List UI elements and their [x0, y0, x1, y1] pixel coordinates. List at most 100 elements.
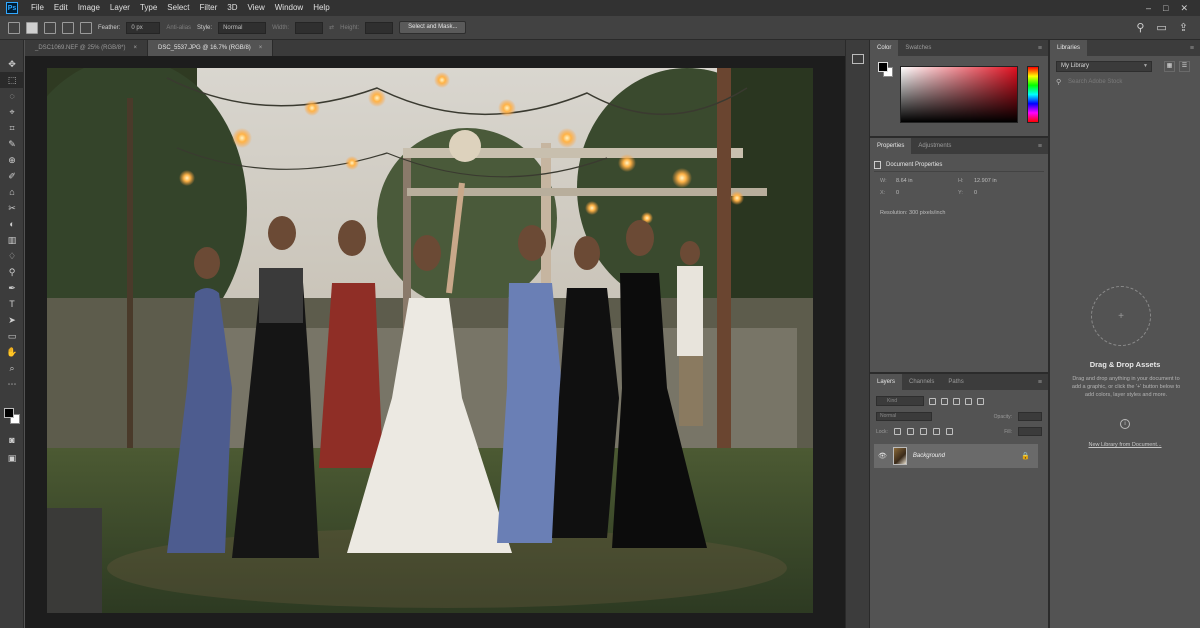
fill-input[interactable]: [1018, 427, 1042, 436]
history-brush-tool-icon[interactable]: ✂: [0, 200, 24, 216]
panel-menu-icon[interactable]: ≡: [1190, 45, 1194, 52]
eye-icon[interactable]: 👁: [878, 452, 887, 460]
anti-alias-checkbox[interactable]: Anti-alias: [166, 25, 191, 31]
close-tab-icon[interactable]: ×: [133, 45, 137, 51]
minimize-icon[interactable]: –: [1146, 3, 1151, 14]
blend-mode-select[interactable]: Normal: [876, 412, 932, 421]
menu-window[interactable]: Window: [270, 0, 308, 16]
maximize-icon[interactable]: □: [1163, 3, 1168, 14]
layer-row-background[interactable]: 👁 Background 🔒: [874, 444, 1038, 468]
quick-mask-icon[interactable]: ◙: [0, 432, 24, 448]
gradient-tool-icon[interactable]: ▥: [0, 232, 24, 248]
kind-filter-select[interactable]: Kind: [876, 396, 924, 406]
dodge-tool-icon[interactable]: ⚲: [0, 264, 24, 280]
type-tool-icon[interactable]: T: [0, 296, 24, 312]
menu-select[interactable]: Select: [162, 0, 194, 16]
library-search-input[interactable]: ⚲ Search Adobe Stock: [1056, 77, 1186, 88]
fg-bg-swatches[interactable]: [878, 62, 893, 77]
shape-filter-icon[interactable]: [965, 397, 972, 405]
pixel-filter-icon[interactable]: [929, 397, 936, 405]
menu-image[interactable]: Image: [73, 0, 105, 16]
w-value[interactable]: 8.64 in: [896, 178, 913, 184]
zoom-tool-icon[interactable]: ⌕: [0, 360, 24, 376]
style-select[interactable]: Normal: [218, 21, 267, 34]
rectangle-tool-icon[interactable]: ▭: [0, 328, 24, 344]
menu-layer[interactable]: Layer: [105, 0, 135, 16]
add-selection-icon[interactable]: [44, 21, 56, 34]
subtract-selection-icon[interactable]: [62, 21, 74, 34]
menu-edit[interactable]: Edit: [49, 0, 73, 16]
share-icon[interactable]: ⇪: [1179, 21, 1188, 34]
menu-help[interactable]: Help: [308, 0, 334, 16]
photoshop-logo-icon[interactable]: Ps: [6, 2, 18, 14]
close-window-icon[interactable]: ✕: [1180, 3, 1188, 14]
tab-libraries[interactable]: Libraries: [1050, 40, 1088, 56]
tab-layers[interactable]: Layers: [870, 374, 903, 390]
close-tab-icon[interactable]: ×: [259, 45, 263, 51]
document-image[interactable]: [47, 68, 813, 613]
y-value[interactable]: 0: [974, 190, 977, 196]
feather-input[interactable]: 0 px: [126, 21, 161, 34]
healing-brush-tool-icon[interactable]: ⊕: [0, 152, 24, 168]
smart-object-filter-icon[interactable]: [977, 397, 984, 405]
workspace-icon[interactable]: ▭: [1156, 21, 1166, 34]
hand-tool-icon[interactable]: ✋: [0, 344, 24, 360]
lock-pixels-icon[interactable]: [893, 428, 901, 435]
foreground-color-swatch[interactable]: [4, 408, 14, 418]
adjustment-filter-icon[interactable]: [941, 397, 948, 405]
tab-swatches[interactable]: Swatches: [898, 40, 938, 56]
library-select[interactable]: My Library ▼: [1056, 61, 1152, 72]
path-selection-tool-icon[interactable]: ➤: [0, 312, 24, 328]
new-library-from-document-link[interactable]: New Library from Document...: [1050, 442, 1200, 448]
color-picker-field[interactable]: [900, 66, 1018, 123]
tab-properties[interactable]: Properties: [870, 138, 912, 154]
quick-selection-tool-icon[interactable]: ⌖: [0, 104, 24, 120]
brush-tool-icon[interactable]: ✐: [0, 168, 24, 184]
add-asset-icon[interactable]: +: [1091, 286, 1151, 346]
history-panel-icon[interactable]: [851, 54, 864, 64]
tab-channels[interactable]: Channels: [902, 374, 941, 390]
tab-dsc5537[interactable]: DSC_5537.JPG @ 16.7% (RGB/8) ×: [147, 40, 274, 56]
menu-type[interactable]: Type: [135, 0, 162, 16]
eraser-tool-icon[interactable]: ◐: [0, 216, 24, 232]
panel-menu-icon[interactable]: ≡: [1038, 379, 1042, 386]
crop-tool-icon[interactable]: ⌗: [0, 120, 24, 136]
search-icon[interactable]: ⚲: [1136, 21, 1144, 34]
panel-menu-icon[interactable]: ≡: [1038, 143, 1042, 150]
lock-position-icon[interactable]: [919, 428, 927, 435]
tab-paths[interactable]: Paths: [941, 374, 970, 390]
lasso-tool-icon[interactable]: ◌: [0, 88, 24, 104]
new-selection-icon[interactable]: [26, 21, 38, 34]
menu-3d[interactable]: 3D: [222, 0, 242, 16]
marquee-preset-icon[interactable]: [8, 21, 20, 34]
height-input[interactable]: [365, 21, 394, 34]
tools-collapse-handle[interactable]: [0, 40, 23, 56]
info-icon[interactable]: i: [1120, 419, 1130, 429]
eyedropper-tool-icon[interactable]: ✎: [0, 136, 24, 152]
pen-tool-icon[interactable]: ✒: [0, 280, 24, 296]
hue-slider[interactable]: [1027, 66, 1039, 123]
tab-adjustments[interactable]: Adjustments: [911, 138, 958, 154]
lock-all-icon[interactable]: [945, 428, 953, 435]
menu-filter[interactable]: Filter: [195, 0, 223, 16]
opacity-input[interactable]: [1018, 412, 1042, 421]
lock-artboard-icon[interactable]: [932, 428, 940, 435]
h-value[interactable]: 12.907 in: [974, 178, 997, 184]
width-input[interactable]: [295, 21, 324, 34]
list-view-icon[interactable]: ☰: [1179, 61, 1190, 72]
swap-icon[interactable]: ⇄: [329, 24, 334, 31]
foreground-swatch[interactable]: [878, 62, 888, 72]
grid-view-icon[interactable]: ▦: [1164, 61, 1175, 72]
edit-toolbar-icon[interactable]: ⋯: [0, 376, 24, 392]
select-and-mask-button[interactable]: Select and Mask...: [399, 21, 467, 34]
tab-color[interactable]: Color: [870, 40, 899, 56]
menu-file[interactable]: File: [26, 0, 49, 16]
lock-icon[interactable]: 🔒: [1021, 452, 1030, 460]
panel-menu-icon[interactable]: ≡: [1038, 45, 1042, 52]
tab-dsc1069[interactable]: _DSC1069.NEF @ 25% (RGB/8*) ×: [25, 40, 148, 56]
canvas-area[interactable]: [25, 56, 845, 628]
blur-tool-icon[interactable]: ♢: [0, 248, 24, 264]
screen-mode-icon[interactable]: ▣: [0, 450, 24, 466]
lock-paint-icon[interactable]: [906, 428, 914, 435]
x-value[interactable]: 0: [896, 190, 899, 196]
